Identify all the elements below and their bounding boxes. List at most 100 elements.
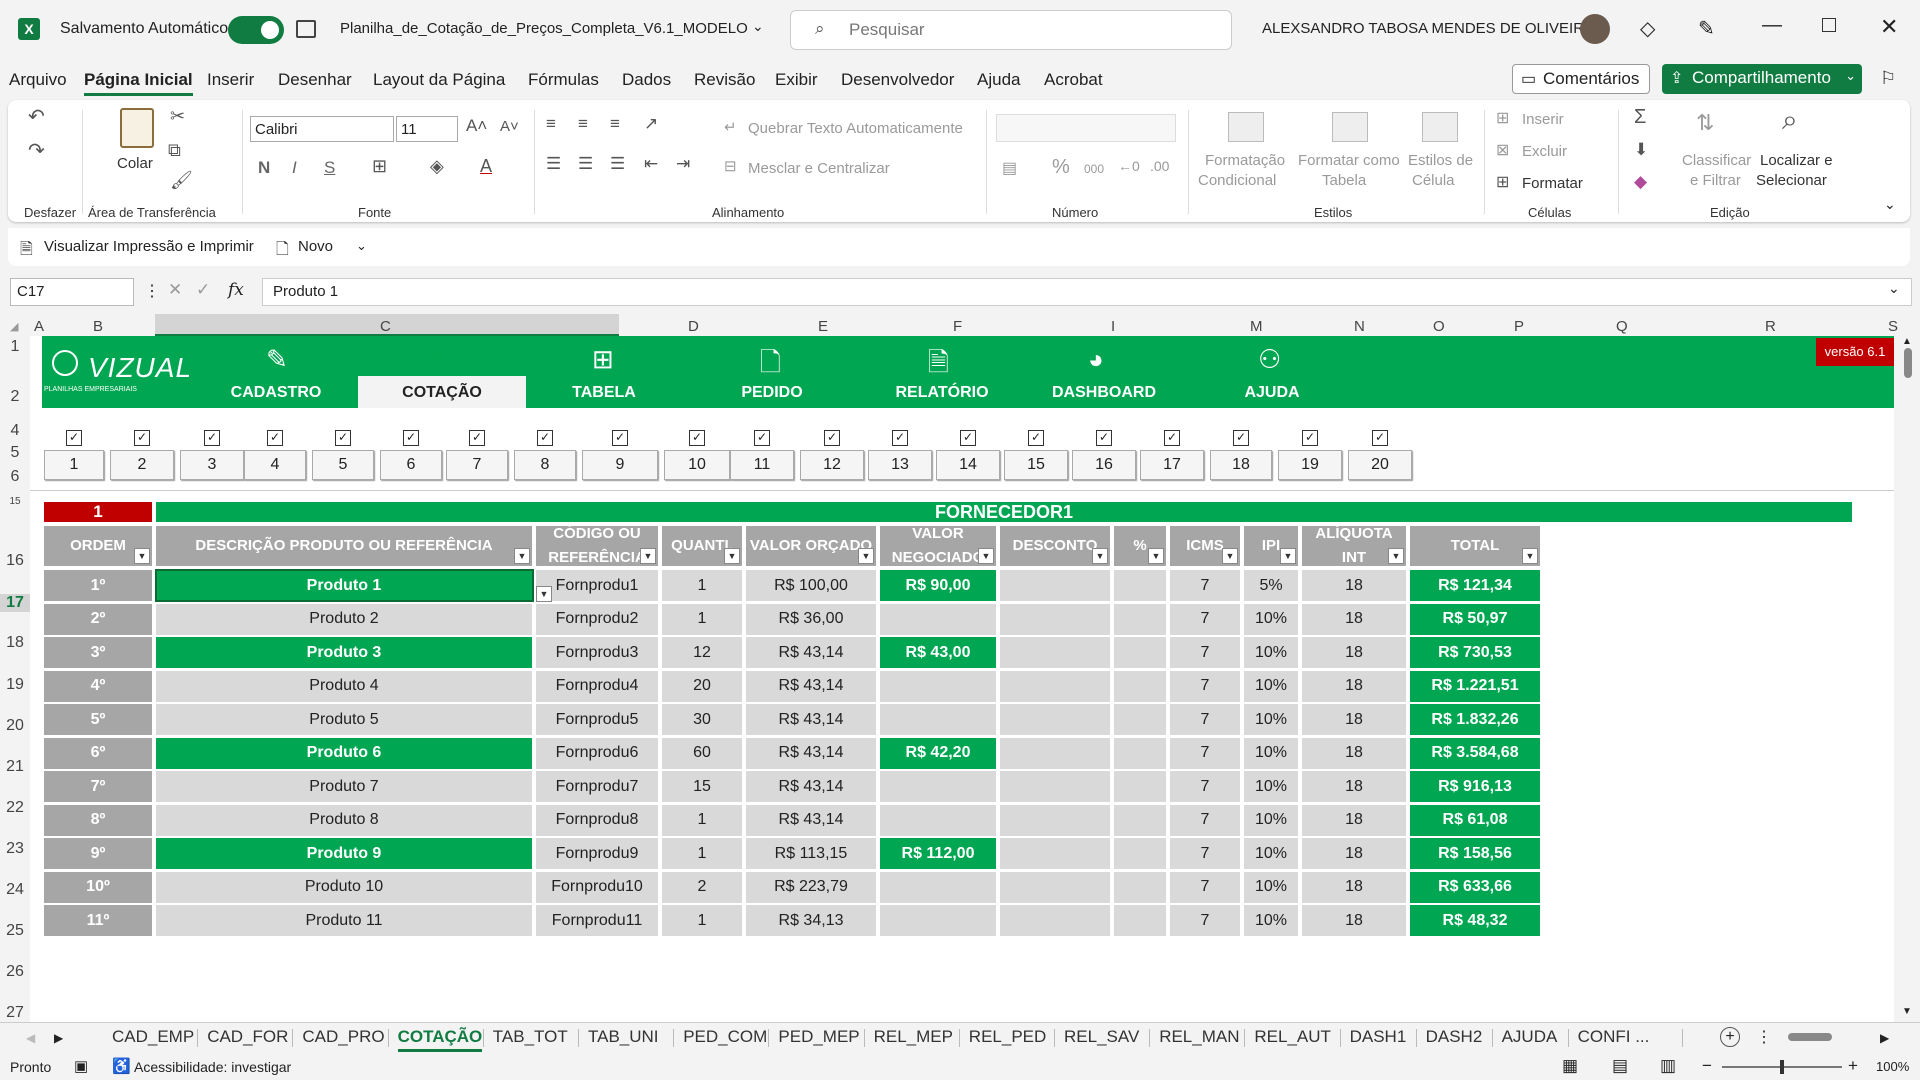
paste-label[interactable]: Colar: [117, 155, 153, 172]
zoom-in-icon[interactable]: +: [1848, 1056, 1858, 1076]
cell-negociado[interactable]: [880, 771, 996, 802]
row-header[interactable]: 15: [0, 496, 30, 507]
cell-ipi[interactable]: 10%: [1244, 737, 1298, 769]
cell-pct[interactable]: [1114, 704, 1166, 735]
cell-orcado[interactable]: R$ 223,79: [746, 871, 876, 903]
copy-icon[interactable]: ⧉: [168, 140, 181, 161]
cell-desconto[interactable]: [1000, 737, 1110, 769]
cell-orcado[interactable]: R$ 100,00: [746, 570, 876, 601]
thousands-button[interactable]: 000: [1084, 162, 1104, 176]
validation-dropdown-icon[interactable]: ▼: [536, 586, 552, 602]
col-header-o[interactable]: O: [1433, 318, 1445, 335]
cell-ipi[interactable]: 10%: [1244, 905, 1298, 936]
cell-pct[interactable]: [1114, 570, 1166, 601]
cell-desconto[interactable]: [1000, 804, 1110, 836]
accessibility-status[interactable]: Acessibilidade: investigar: [134, 1059, 291, 1075]
cell-ordem[interactable]: 4º: [44, 670, 152, 702]
cell-qtd[interactable]: 15: [662, 771, 742, 802]
cell-aliq[interactable]: 18: [1302, 838, 1406, 869]
cell-orcado[interactable]: R$ 43,14: [746, 804, 876, 836]
grow-font-icon[interactable]: A˄: [466, 116, 487, 136]
cell-negociado[interactable]: [880, 603, 996, 635]
cell-codigo[interactable]: Fornprodu1: [536, 570, 658, 601]
cell-total[interactable]: R$ 633,66: [1410, 871, 1540, 903]
cell-total[interactable]: R$ 1.832,26: [1410, 704, 1540, 735]
search-box[interactable]: ⌕ Pesquisar: [790, 10, 1232, 50]
menu-desenhar[interactable]: Desenhar: [278, 70, 352, 90]
row-header[interactable]: 24: [0, 881, 30, 899]
filter-dropdown-icon[interactable]: ▼: [858, 548, 874, 564]
cell-pct[interactable]: [1114, 670, 1166, 702]
cell-ipi[interactable]: 10%: [1244, 704, 1298, 735]
cell-codigo[interactable]: Fornprodu10: [536, 871, 658, 903]
cell-icms[interactable]: 7: [1170, 838, 1240, 869]
col-header-p[interactable]: P: [1514, 318, 1524, 335]
cell-qtd[interactable]: 2: [662, 871, 742, 903]
row-header[interactable]: 26: [0, 963, 30, 981]
menu-desenvolvedor[interactable]: Desenvolvedor: [841, 70, 954, 90]
zoom-thumb[interactable]: [1780, 1060, 1784, 1074]
cell-total[interactable]: R$ 48,32: [1410, 905, 1540, 936]
menu-layout[interactable]: Layout da Página: [373, 70, 505, 90]
cell-icms[interactable]: 7: [1170, 737, 1240, 769]
cell-negociado[interactable]: R$ 42,20: [880, 737, 996, 769]
cell-desc[interactable]: Produto 9: [156, 838, 532, 869]
sheet-tab[interactable]: TAB_TOT: [493, 1027, 568, 1047]
enter-icon[interactable]: ✓: [196, 280, 210, 300]
next-sheet-icon[interactable]: ▶: [54, 1031, 63, 1045]
cell-qtd[interactable]: 1: [662, 603, 742, 635]
print-preview-icon[interactable]: 🗎: [20, 238, 33, 265]
sheet-tab[interactable]: REL_AUT: [1254, 1027, 1331, 1047]
cell-desconto[interactable]: [1000, 838, 1110, 869]
active-cell-outline[interactable]: [155, 569, 534, 602]
more-sheets-icon[interactable]: ⋮: [1756, 1027, 1772, 1047]
new-file-button[interactable]: Novo: [298, 238, 333, 255]
col-header-n[interactable]: N: [1354, 318, 1365, 335]
more-icon[interactable]: ⋮: [144, 281, 160, 301]
cell-ipi[interactable]: 10%: [1244, 871, 1298, 903]
menu-arquivo[interactable]: Arquivo: [9, 70, 67, 90]
conditional-format-line2[interactable]: Condicional: [1198, 172, 1276, 189]
row-header[interactable]: 6: [0, 468, 30, 486]
font-name-select[interactable]: Calibri: [250, 116, 394, 142]
sheet-tab[interactable]: DASH1: [1350, 1027, 1407, 1047]
accessibility-icon[interactable]: ♿: [112, 1057, 131, 1075]
collapse-ribbon-icon[interactable]: ⚐: [1880, 68, 1896, 89]
sheet-tab[interactable]: AJUDA: [1502, 1027, 1558, 1047]
row-header[interactable]: 23: [0, 840, 30, 858]
share-button[interactable]: ⇪ Compartilhamento ⌄: [1662, 64, 1862, 94]
cell-styles-line2[interactable]: Célula: [1412, 172, 1455, 189]
orientation-icon[interactable]: ↗: [644, 114, 658, 134]
scroll-down-icon[interactable]: ▼: [1902, 1006, 1912, 1017]
cell-codigo[interactable]: Fornprodu3: [536, 637, 658, 668]
menu-inserir[interactable]: Inserir: [207, 70, 254, 90]
col-header-f[interactable]: F: [953, 318, 962, 335]
col-header-d[interactable]: D: [688, 318, 699, 335]
cell-pct[interactable]: [1114, 804, 1166, 836]
row-header[interactable]: 1: [0, 338, 30, 356]
cell-negociado[interactable]: [880, 804, 996, 836]
cell-desconto[interactable]: [1000, 670, 1110, 702]
cell-desconto[interactable]: [1000, 871, 1110, 903]
sheet-tab[interactable]: REL_MAN: [1159, 1027, 1239, 1047]
scroll-up-icon[interactable]: ▲: [1902, 336, 1912, 347]
cell-icms[interactable]: 7: [1170, 603, 1240, 635]
cancel-icon[interactable]: ✕: [168, 280, 182, 300]
cell-pct[interactable]: [1114, 603, 1166, 635]
cell-desconto[interactable]: [1000, 771, 1110, 802]
cell-desc[interactable]: Produto 10: [156, 871, 532, 903]
cell-ipi[interactable]: 5%: [1244, 570, 1298, 601]
merge-icon[interactable]: ⊟: [724, 157, 737, 175]
save-icon[interactable]: [296, 20, 316, 38]
sheet-tab[interactable]: REL_PED: [969, 1027, 1046, 1047]
row-header[interactable]: 17: [0, 594, 30, 612]
cell-qtd[interactable]: 1: [662, 804, 742, 836]
sheet-tab[interactable]: CONFI ...: [1578, 1027, 1650, 1047]
percent-button[interactable]: %: [1052, 156, 1070, 179]
avatar[interactable]: [1580, 14, 1610, 44]
cell-ipi[interactable]: 10%: [1244, 804, 1298, 836]
cell-codigo[interactable]: Fornprodu4: [536, 670, 658, 702]
fill-icon[interactable]: ⬇: [1634, 140, 1648, 160]
conditional-format-icon[interactable]: [1228, 112, 1264, 142]
sheet-tab[interactable]: CAD_PRO: [302, 1027, 384, 1047]
